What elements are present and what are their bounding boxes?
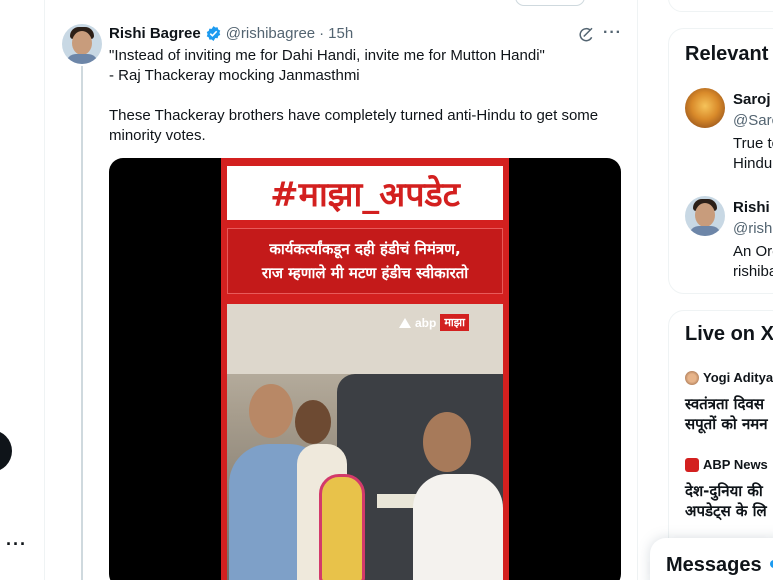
live-source-name: Yogi Aditya: [703, 370, 773, 385]
timestamp[interactable]: 15h: [328, 25, 353, 42]
right-sidebar: Relevant Saroj @Sarc True tc Hindu Rishi…: [668, 0, 773, 580]
video-photo: abp माझा: [227, 304, 503, 580]
top-button[interactable]: [515, 0, 585, 6]
relevant-title: Relevant: [685, 43, 769, 65]
verified-badge-icon: [206, 26, 220, 41]
relevant-people-card: Relevant Saroj @Sarc True tc Hindu Rishi…: [668, 28, 773, 294]
live-item-title[interactable]: स्वतंत्रता दिवस: [685, 394, 764, 414]
live-source-name: ABP News: [703, 457, 768, 472]
video-subtitle-box: कार्यकर्त्यांकडून दही हंडीचं निमंत्रण, र…: [227, 228, 503, 294]
video-title: #माझा_अपडेट: [270, 175, 460, 215]
abp-logo-icon: [685, 457, 699, 472]
relevant-bio: True tc: [733, 135, 773, 152]
separator: ·: [319, 25, 325, 42]
relevant-handle[interactable]: @Sarc: [733, 112, 773, 129]
relevant-name[interactable]: Saroj: [733, 91, 771, 108]
relevant-handle[interactable]: @rishi: [733, 220, 773, 237]
live-item-source[interactable]: Yogi Aditya: [685, 370, 773, 385]
tweet-line: minority votes.: [109, 127, 206, 144]
grok-icon[interactable]: [577, 26, 595, 44]
rishi-avatar[interactable]: [685, 196, 725, 236]
tweet-column: Rishi Bagree @rishibagree · 15h ··· "Ins…: [45, 0, 638, 580]
live-item-title[interactable]: अपडेट्स के लि: [685, 501, 767, 521]
messages-drawer[interactable]: Messages: [650, 538, 773, 580]
post-button[interactable]: [0, 430, 12, 472]
messages-label: Messages: [666, 554, 762, 576]
search-box[interactable]: [668, 0, 773, 12]
author-handle[interactable]: @rishibagree: [226, 25, 315, 42]
live-item-title[interactable]: सपूतों को नमन: [685, 414, 768, 434]
left-nav: ···: [0, 0, 45, 580]
channel-logo: abp माझा: [399, 314, 469, 331]
video-frame: #माझा_अपडेट कार्यकर्त्यांकडून दही हंडीचं…: [221, 158, 509, 580]
live-title: Live on X: [685, 323, 773, 345]
relevant-bio: rishiba: [733, 263, 773, 280]
tweet-line: These Thackeray brothers have completely…: [109, 107, 599, 124]
author-avatar[interactable]: [62, 24, 102, 64]
tweet-line: - Raj Thackeray mocking Janmasthmi: [109, 67, 360, 84]
video-subtitle-line: राज म्हणाले मी मटण हंडीच स्वीकारतो: [261, 264, 469, 282]
tweet-text: "Instead of inviting me for Dahi Handi, …: [109, 46, 629, 146]
thread-line: [81, 66, 83, 580]
relevant-bio: An Ore: [733, 243, 773, 260]
video-subtitle-line: कार्यकर्त्यांकडून दही हंडीचं निमंत्रण,: [269, 240, 461, 258]
relevant-name[interactable]: Rishi I: [733, 199, 773, 216]
logo-tag: माझा: [440, 314, 469, 331]
source-avatar: [685, 370, 699, 385]
tweet-video[interactable]: #माझा_अपडेट कार्यकर्त्यांकडून दही हंडीचं…: [109, 158, 621, 580]
relevant-bio: Hindu: [733, 155, 773, 172]
live-item-source[interactable]: ABP News: [685, 457, 768, 472]
tweet-more-icon[interactable]: ···: [603, 24, 622, 42]
tweet-line: "Instead of inviting me for Dahi Handi, …: [109, 47, 545, 64]
nav-more-icon[interactable]: ···: [6, 534, 27, 555]
live-item-title[interactable]: देश-दुनिया की: [685, 481, 763, 501]
saroj-avatar[interactable]: [685, 88, 725, 128]
author-name[interactable]: Rishi Bagree: [109, 25, 201, 42]
idol: [319, 474, 365, 580]
video-title-box: #माझा_अपडेट: [227, 166, 503, 220]
tweet-header: Rishi Bagree @rishibagree · 15h: [109, 25, 353, 42]
logo-text: abp: [415, 315, 437, 330]
